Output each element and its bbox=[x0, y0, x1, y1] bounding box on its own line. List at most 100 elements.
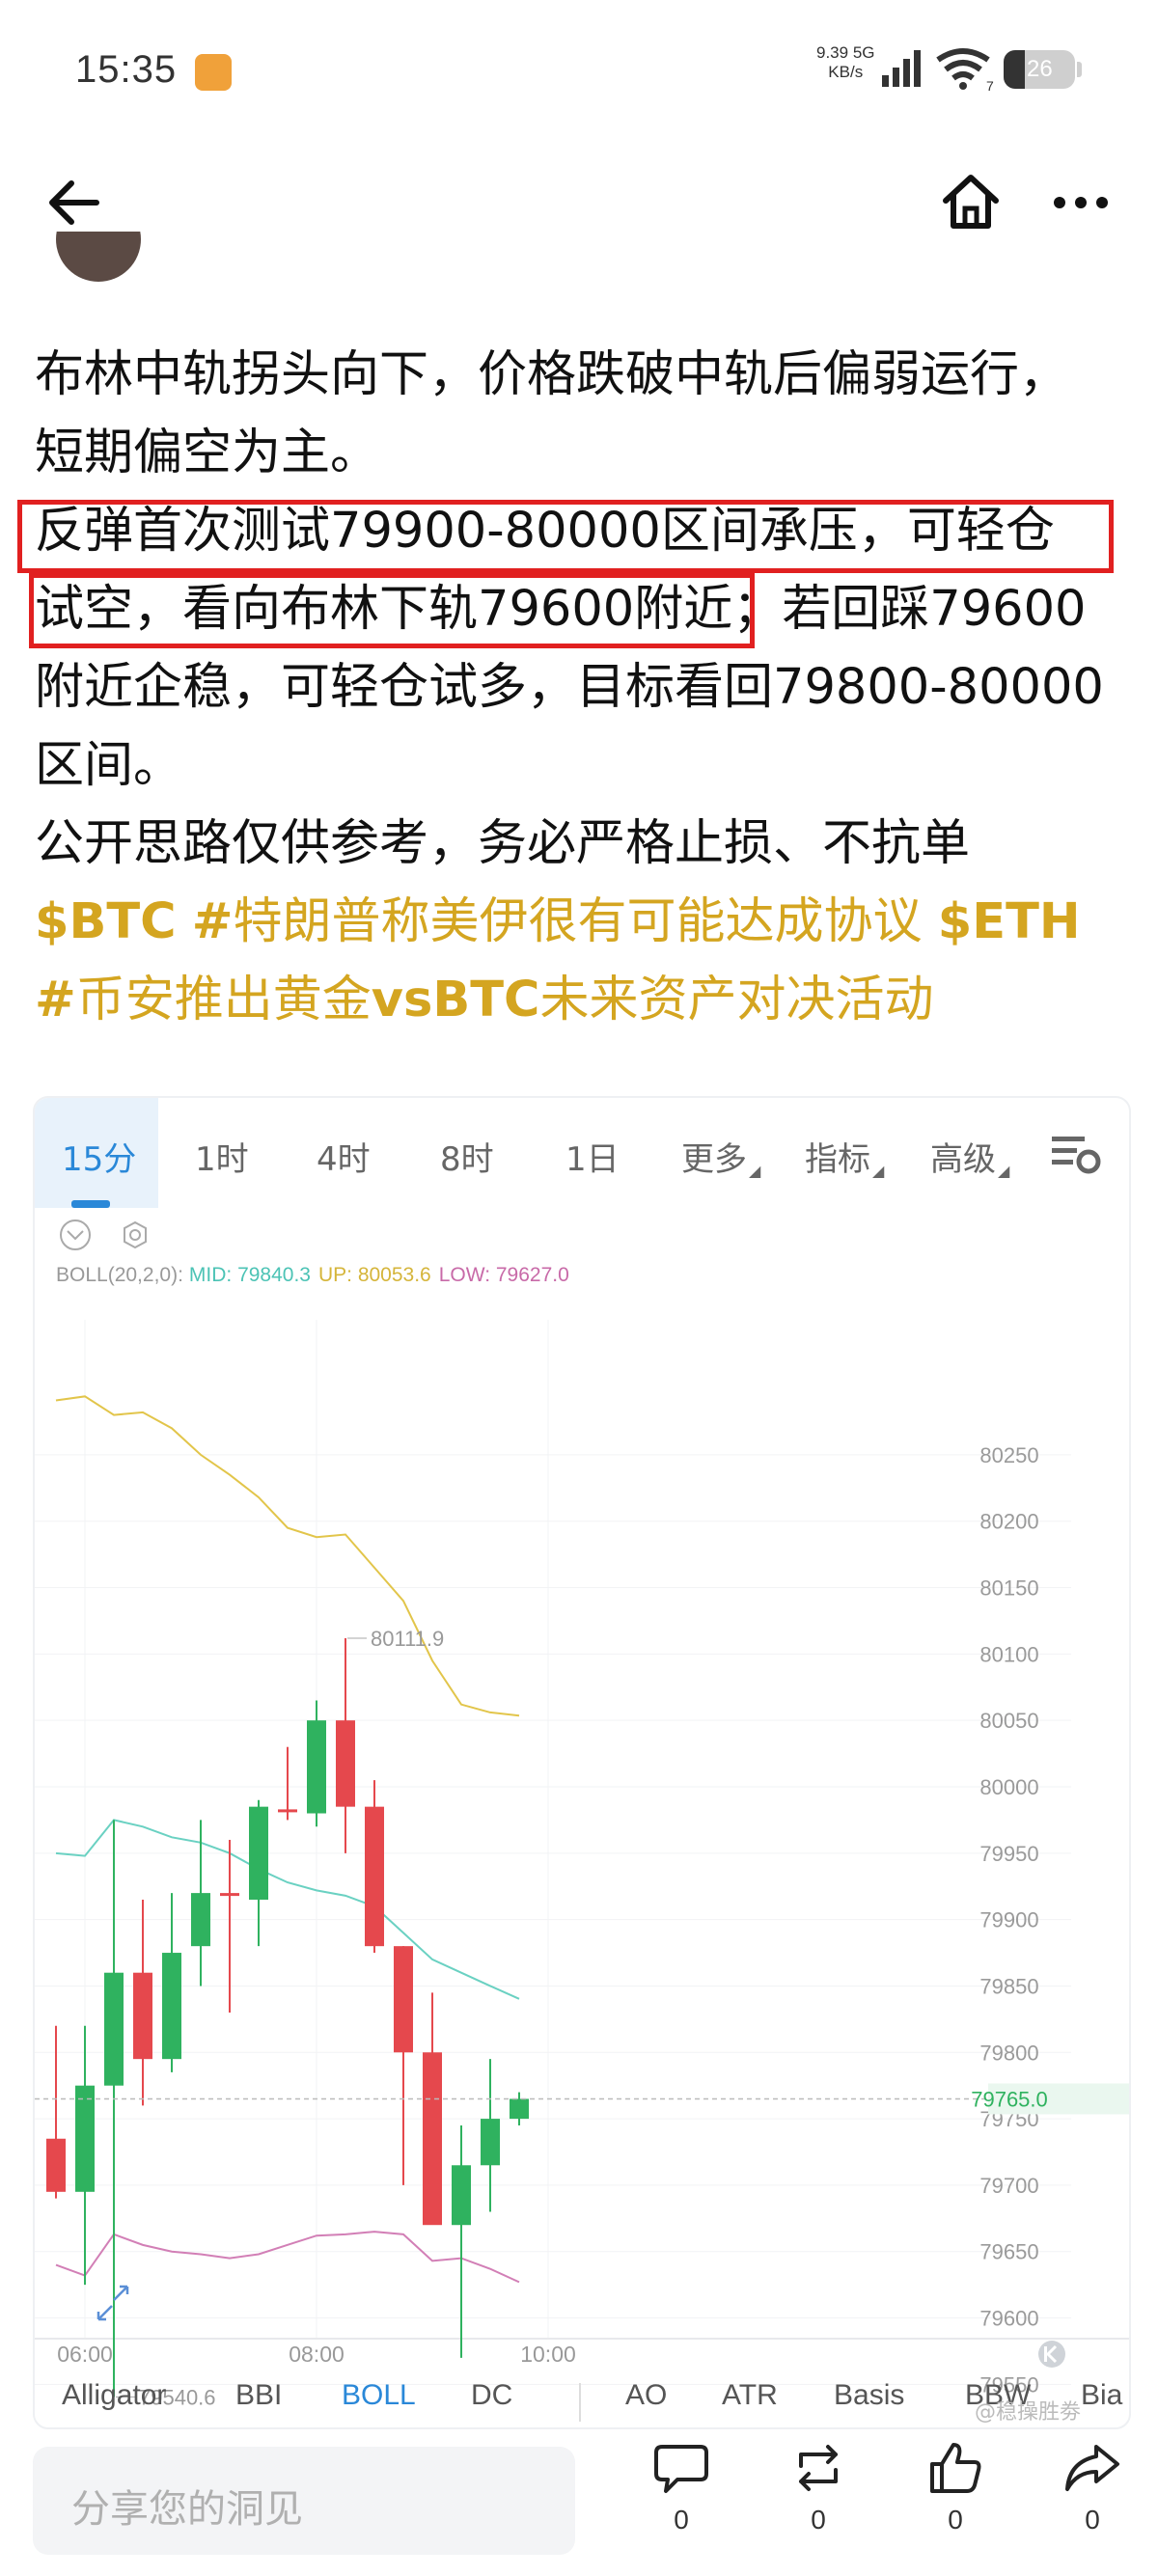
like-count: 0 bbox=[948, 2505, 963, 2535]
candle[interactable] bbox=[452, 2124, 471, 2358]
candle-body bbox=[162, 1953, 181, 2060]
battery-level: 26 bbox=[1027, 56, 1053, 82]
y-axis-label: 79650 bbox=[979, 2240, 1038, 2264]
candle[interactable] bbox=[394, 1946, 413, 2185]
candle[interactable] bbox=[336, 1637, 355, 1853]
candle[interactable] bbox=[220, 1840, 239, 2013]
candle[interactable] bbox=[75, 2025, 95, 2286]
indicator-atr[interactable]: ATR bbox=[722, 2379, 778, 2412]
dropdown-arrow-icon: ◢ bbox=[998, 1162, 1010, 1180]
boll-mid-line bbox=[55, 1819, 520, 2000]
indicator-ao[interactable]: AO bbox=[625, 2379, 667, 2412]
boll-low-value: LOW: 79627.0 bbox=[439, 1264, 569, 1286]
candlestick-chart[interactable]: 80250 80200 80150 80100 80050 80000 79950 79900… bbox=[35, 1214, 1129, 2427]
candle-body bbox=[394, 1946, 413, 2053]
indicator-bbi[interactable]: BBI bbox=[235, 2379, 282, 2412]
indicator-dc[interactable]: DC bbox=[471, 2379, 512, 2412]
tag-eth[interactable]: $ETH bbox=[938, 893, 1081, 950]
more-options-icon[interactable] bbox=[1052, 193, 1110, 212]
candle-body bbox=[365, 1806, 384, 1947]
tab-more-label: 更多 bbox=[681, 1140, 747, 1179]
candle[interactable] bbox=[423, 1992, 442, 2226]
wifi-badge: 7 bbox=[986, 78, 994, 94]
share-button[interactable]: 0 bbox=[1054, 2441, 1131, 2535]
candle[interactable] bbox=[46, 2025, 66, 2199]
comment-button[interactable]: 0 bbox=[643, 2441, 720, 2535]
candle-body bbox=[249, 1806, 268, 1900]
tag-btc[interactable]: $BTC bbox=[35, 893, 177, 950]
indicator-boll[interactable]: BOLL bbox=[342, 2379, 416, 2412]
status-time: 15:35 bbox=[75, 48, 178, 91]
y-axis-label: 79900 bbox=[979, 1908, 1038, 1932]
hashtag-topic[interactable]: vsBTC bbox=[372, 972, 540, 1028]
y-axis-label: 79950 bbox=[979, 1842, 1038, 1866]
candle-body bbox=[104, 1972, 124, 2086]
tab-more[interactable]: 更多 ◢ bbox=[681, 1133, 760, 1180]
tab-15m[interactable]: 15分 bbox=[62, 1133, 136, 1180]
author-avatar[interactable] bbox=[56, 232, 141, 284]
back-arrow-icon[interactable] bbox=[48, 176, 102, 230]
hashtag-topic[interactable]: 未来资产对决活动 bbox=[539, 972, 933, 1028]
high-price-marker: 80111.9 bbox=[371, 1627, 444, 1651]
y-axis-label: 80150 bbox=[979, 1576, 1038, 1601]
indicator-basis[interactable]: Basis bbox=[834, 2379, 904, 2412]
chart-settings-icon[interactable] bbox=[1050, 1133, 1104, 1175]
repost-button[interactable]: 0 bbox=[780, 2441, 857, 2535]
scroll-to-latest-icon[interactable] bbox=[1038, 2341, 1065, 2368]
candle-body bbox=[336, 1720, 355, 1807]
signal-icon bbox=[882, 50, 921, 87]
post-line: 公开思路仅供参考，务必严格止损、不抗单 bbox=[35, 815, 971, 872]
like-button[interactable]: 0 bbox=[917, 2441, 994, 2535]
y-axis-label: 80100 bbox=[979, 1642, 1038, 1666]
dropdown-arrow-icon: ◢ bbox=[749, 1162, 761, 1180]
x-axis-label: 08:00 bbox=[289, 2342, 345, 2367]
hashtag-symbol[interactable]: # bbox=[35, 972, 76, 1028]
hashtag-topic[interactable]: 币安推出黄金 bbox=[76, 972, 372, 1028]
y-axis-label: 80000 bbox=[979, 1775, 1038, 1799]
post-text: 区间。 bbox=[35, 737, 183, 794]
dropdown-arrow-icon: ◢ bbox=[872, 1162, 885, 1180]
tab-advanced[interactable]: 高级 ◢ bbox=[930, 1133, 1009, 1180]
highlight-box bbox=[17, 500, 1114, 573]
tab-4h[interactable]: 4时 bbox=[317, 1133, 371, 1180]
chart-grid: 80250 80200 80150 80100 80050 80000 79950 79900… bbox=[35, 1320, 1129, 2397]
candle[interactable] bbox=[307, 1700, 326, 1827]
tab-1h[interactable]: 1时 bbox=[195, 1133, 249, 1180]
indicator-alligator[interactable]: Alligator bbox=[62, 2379, 166, 2412]
bottom-action-bar: 分享您的洞见 0 0 0 0 bbox=[0, 2431, 1158, 2576]
candle-body bbox=[133, 1972, 152, 2060]
hashtag-topic[interactable]: 特朗普称美伊很有可能达成协议 bbox=[234, 893, 923, 950]
tab-1d[interactable]: 1日 bbox=[565, 1133, 620, 1180]
battery-icon: 26 bbox=[1004, 50, 1075, 89]
y-axis-label: 80200 bbox=[979, 1510, 1038, 1534]
chart-settings-gear-icon[interactable] bbox=[124, 1220, 147, 1249]
hashtag-symbol[interactable]: # bbox=[192, 893, 234, 950]
chart-card: 15分 1时 4时 8时 1日 更多 ◢ 指标 ◢ 高级 ◢ 80250 80200 80… bbox=[33, 1096, 1131, 2429]
boll-legend: BOLL(20,2,0): MID: 79840.3 UP: 80053.6 LOW:… bbox=[56, 1264, 569, 1286]
candle[interactable] bbox=[510, 2092, 529, 2125]
candle-body bbox=[191, 1893, 210, 1947]
chart-collapse-icon[interactable] bbox=[60, 1219, 91, 1250]
tab-8h[interactable]: 8时 bbox=[440, 1133, 494, 1180]
comment-placeholder: 分享您的洞见 bbox=[71, 2487, 303, 2532]
x-axis-label: 10:00 bbox=[520, 2342, 576, 2367]
comment-input[interactable]: 分享您的洞见 bbox=[33, 2447, 575, 2555]
comment-icon bbox=[654, 2445, 708, 2493]
tab-indicators[interactable]: 指标 ◢ bbox=[805, 1133, 884, 1180]
x-axis-label: 06:00 bbox=[57, 2342, 113, 2367]
candle[interactable] bbox=[133, 1899, 152, 2106]
indicator-bar: Alligator BBI BOLL DC AO ATR Basis BBW B… bbox=[33, 2371, 1127, 2431]
candle[interactable] bbox=[249, 1799, 268, 1947]
active-tab-indicator bbox=[71, 1200, 110, 1208]
current-price-label: 79765.0 bbox=[971, 2087, 1048, 2111]
net-speed-value: 9.39 bbox=[816, 43, 849, 62]
candle[interactable] bbox=[278, 1746, 297, 1821]
home-icon[interactable] bbox=[940, 172, 1002, 233]
y-axis-label: 79600 bbox=[979, 2307, 1038, 2331]
share-icon bbox=[1065, 2445, 1119, 2491]
y-axis-label: 80050 bbox=[979, 1709, 1038, 1733]
post-text: 附近企稳，可轻仓试多，目标看回79800-80000 bbox=[35, 659, 1104, 716]
indicator-bia[interactable]: Bia bbox=[1081, 2379, 1122, 2412]
candle[interactable] bbox=[365, 1780, 384, 1954]
candle[interactable] bbox=[481, 2059, 500, 2212]
